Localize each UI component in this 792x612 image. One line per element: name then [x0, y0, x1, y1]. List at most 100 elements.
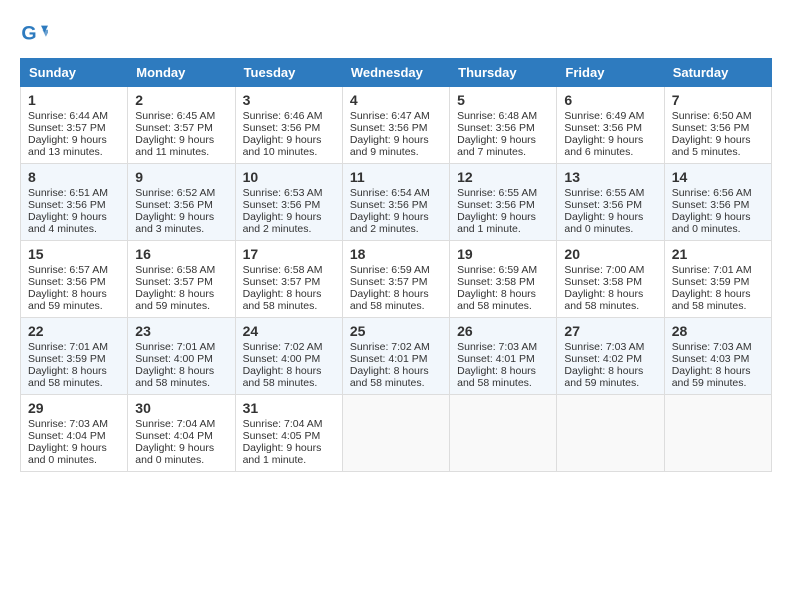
- day-info-line: Sunset: 3:59 PM: [28, 353, 120, 365]
- day-number: 14: [672, 169, 764, 185]
- calendar-cell: 12Sunrise: 6:55 AMSunset: 3:56 PMDayligh…: [450, 164, 557, 241]
- calendar-cell: 18Sunrise: 6:59 AMSunset: 3:57 PMDayligh…: [342, 241, 449, 318]
- day-info-line: Daylight: 9 hours: [350, 134, 442, 146]
- day-info-line: and 2 minutes.: [243, 223, 335, 235]
- day-info-line: Daylight: 9 hours: [564, 134, 656, 146]
- weekday-header: Tuesday: [235, 59, 342, 87]
- day-info-line: Sunrise: 7:04 AM: [135, 418, 227, 430]
- calendar-cell: 11Sunrise: 6:54 AMSunset: 3:56 PMDayligh…: [342, 164, 449, 241]
- day-info-line: and 58 minutes.: [564, 300, 656, 312]
- day-info-line: and 59 minutes.: [672, 377, 764, 389]
- calendar-cell: 14Sunrise: 6:56 AMSunset: 3:56 PMDayligh…: [664, 164, 771, 241]
- calendar-week-row: 1Sunrise: 6:44 AMSunset: 3:57 PMDaylight…: [21, 87, 772, 164]
- calendar-cell: 26Sunrise: 7:03 AMSunset: 4:01 PMDayligh…: [450, 318, 557, 395]
- calendar-cell: 8Sunrise: 6:51 AMSunset: 3:56 PMDaylight…: [21, 164, 128, 241]
- day-number: 6: [564, 92, 656, 108]
- day-info-line: Sunrise: 7:03 AM: [457, 341, 549, 353]
- day-number: 4: [350, 92, 442, 108]
- calendar: SundayMondayTuesdayWednesdayThursdayFrid…: [20, 58, 772, 472]
- calendar-cell: 28Sunrise: 7:03 AMSunset: 4:03 PMDayligh…: [664, 318, 771, 395]
- calendar-cell: 13Sunrise: 6:55 AMSunset: 3:56 PMDayligh…: [557, 164, 664, 241]
- day-info-line: Daylight: 8 hours: [243, 288, 335, 300]
- day-number: 7: [672, 92, 764, 108]
- calendar-cell: 31Sunrise: 7:04 AMSunset: 4:05 PMDayligh…: [235, 395, 342, 472]
- day-number: 17: [243, 246, 335, 262]
- calendar-cell: [450, 395, 557, 472]
- day-info-line: and 2 minutes.: [350, 223, 442, 235]
- day-info-line: Daylight: 9 hours: [457, 211, 549, 223]
- day-info-line: and 5 minutes.: [672, 146, 764, 158]
- day-info-line: Sunrise: 7:02 AM: [350, 341, 442, 353]
- day-info-line: Sunset: 3:59 PM: [672, 276, 764, 288]
- day-info-line: Sunset: 3:56 PM: [350, 199, 442, 211]
- calendar-week-row: 15Sunrise: 6:57 AMSunset: 3:56 PMDayligh…: [21, 241, 772, 318]
- day-number: 10: [243, 169, 335, 185]
- day-info-line: Sunrise: 7:04 AM: [243, 418, 335, 430]
- day-number: 24: [243, 323, 335, 339]
- calendar-cell: 17Sunrise: 6:58 AMSunset: 3:57 PMDayligh…: [235, 241, 342, 318]
- day-number: 15: [28, 246, 120, 262]
- weekday-header: Sunday: [21, 59, 128, 87]
- day-info-line: Sunset: 3:56 PM: [28, 276, 120, 288]
- day-number: 28: [672, 323, 764, 339]
- day-info-line: and 1 minute.: [243, 454, 335, 466]
- day-info-line: Sunrise: 6:44 AM: [28, 110, 120, 122]
- day-info-line: Sunset: 4:00 PM: [243, 353, 335, 365]
- day-info-line: Sunrise: 6:52 AM: [135, 187, 227, 199]
- day-info-line: Sunset: 3:56 PM: [350, 122, 442, 134]
- day-info-line: and 0 minutes.: [564, 223, 656, 235]
- day-info-line: Sunrise: 6:58 AM: [135, 264, 227, 276]
- day-info-line: Sunrise: 6:46 AM: [243, 110, 335, 122]
- day-info-line: Sunrise: 6:45 AM: [135, 110, 227, 122]
- day-info-line: Daylight: 8 hours: [457, 288, 549, 300]
- calendar-cell: 27Sunrise: 7:03 AMSunset: 4:02 PMDayligh…: [557, 318, 664, 395]
- day-info-line: and 4 minutes.: [28, 223, 120, 235]
- weekday-header: Friday: [557, 59, 664, 87]
- calendar-header-row: SundayMondayTuesdayWednesdayThursdayFrid…: [21, 59, 772, 87]
- day-info-line: Sunset: 4:04 PM: [28, 430, 120, 442]
- day-info-line: and 58 minutes.: [243, 300, 335, 312]
- day-info-line: and 7 minutes.: [457, 146, 549, 158]
- day-number: 25: [350, 323, 442, 339]
- day-info-line: and 58 minutes.: [350, 300, 442, 312]
- calendar-cell: 5Sunrise: 6:48 AMSunset: 3:56 PMDaylight…: [450, 87, 557, 164]
- calendar-cell: 15Sunrise: 6:57 AMSunset: 3:56 PMDayligh…: [21, 241, 128, 318]
- calendar-cell: 22Sunrise: 7:01 AMSunset: 3:59 PMDayligh…: [21, 318, 128, 395]
- day-number: 2: [135, 92, 227, 108]
- day-info-line: and 6 minutes.: [564, 146, 656, 158]
- calendar-cell: 16Sunrise: 6:58 AMSunset: 3:57 PMDayligh…: [128, 241, 235, 318]
- day-number: 27: [564, 323, 656, 339]
- day-info-line: Sunset: 4:05 PM: [243, 430, 335, 442]
- day-number: 12: [457, 169, 549, 185]
- calendar-cell: 25Sunrise: 7:02 AMSunset: 4:01 PMDayligh…: [342, 318, 449, 395]
- day-info-line: Daylight: 9 hours: [672, 211, 764, 223]
- day-info-line: Daylight: 8 hours: [672, 365, 764, 377]
- day-number: 18: [350, 246, 442, 262]
- calendar-cell: 9Sunrise: 6:52 AMSunset: 3:56 PMDaylight…: [128, 164, 235, 241]
- day-info-line: Sunset: 3:56 PM: [564, 122, 656, 134]
- day-info-line: Daylight: 9 hours: [457, 134, 549, 146]
- day-info-line: and 58 minutes.: [457, 300, 549, 312]
- day-info-line: Sunrise: 6:49 AM: [564, 110, 656, 122]
- day-number: 23: [135, 323, 227, 339]
- day-info-line: Daylight: 8 hours: [28, 365, 120, 377]
- day-info-line: Daylight: 8 hours: [135, 365, 227, 377]
- calendar-cell: 29Sunrise: 7:03 AMSunset: 4:04 PMDayligh…: [21, 395, 128, 472]
- day-info-line: Sunrise: 6:53 AM: [243, 187, 335, 199]
- day-info-line: Daylight: 8 hours: [135, 288, 227, 300]
- day-number: 3: [243, 92, 335, 108]
- day-info-line: Sunrise: 7:01 AM: [672, 264, 764, 276]
- calendar-cell: 20Sunrise: 7:00 AMSunset: 3:58 PMDayligh…: [557, 241, 664, 318]
- day-info-line: Sunset: 3:56 PM: [135, 199, 227, 211]
- day-info-line: and 58 minutes.: [135, 377, 227, 389]
- day-number: 9: [135, 169, 227, 185]
- day-info-line: Sunrise: 6:47 AM: [350, 110, 442, 122]
- day-info-line: and 0 minutes.: [28, 454, 120, 466]
- day-info-line: Daylight: 9 hours: [135, 134, 227, 146]
- day-info-line: Sunset: 3:56 PM: [672, 122, 764, 134]
- day-info-line: Sunset: 3:56 PM: [457, 199, 549, 211]
- calendar-cell: 6 Sunrise: 6:49 AMSunset: 3:56 PMDaylight…: [557, 87, 664, 164]
- day-info-line: Sunrise: 6:54 AM: [350, 187, 442, 199]
- day-number: 13: [564, 169, 656, 185]
- calendar-week-row: 22Sunrise: 7:01 AMSunset: 3:59 PMDayligh…: [21, 318, 772, 395]
